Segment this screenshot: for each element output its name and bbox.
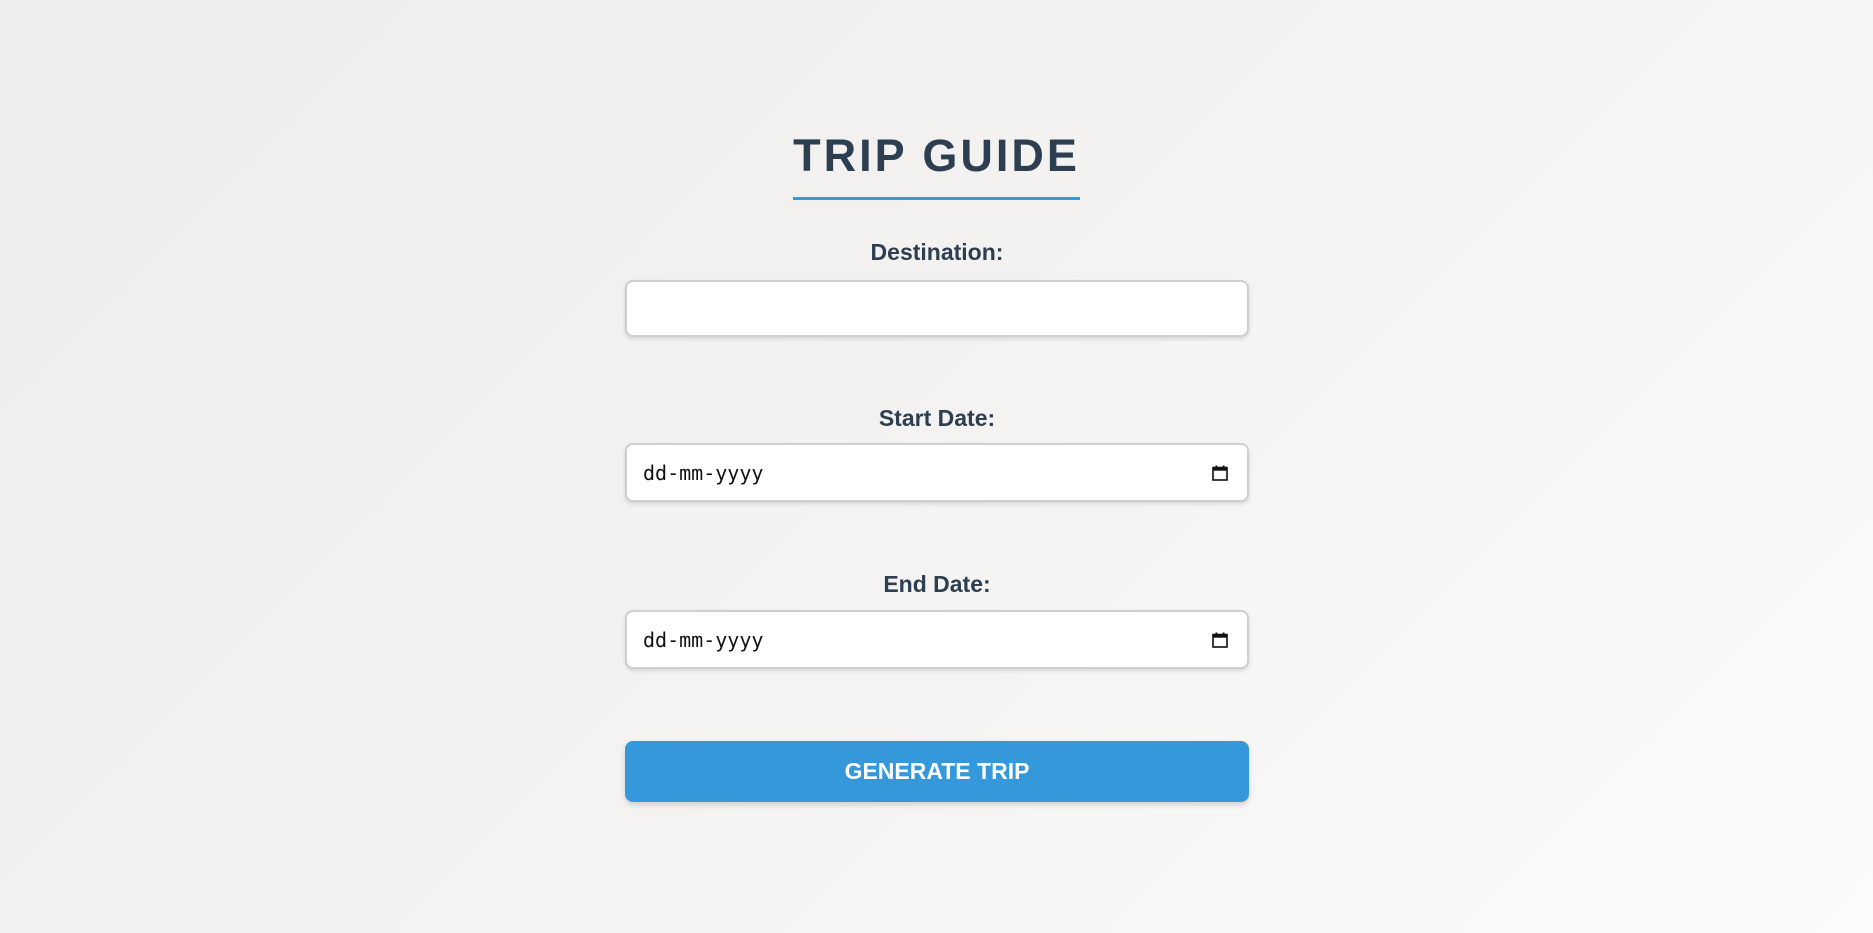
start-date-placeholder: dd-mm-yyyy (643, 460, 764, 485)
end-date-input[interactable]: dd-mm-yyyy (625, 610, 1249, 669)
calendar-icon[interactable] (1211, 631, 1229, 649)
end-date-label: End Date: (883, 571, 991, 597)
end-date-placeholder: dd-mm-yyyy (643, 627, 764, 652)
start-date-input[interactable]: dd-mm-yyyy (625, 443, 1249, 502)
header: TRIP GUIDE (0, 131, 1873, 200)
destination-input[interactable] (625, 280, 1249, 337)
trip-guide-page: TRIP GUIDE Destination: Start Date: dd-m… (0, 0, 1873, 933)
generate-trip-button[interactable]: GENERATE TRIP (625, 741, 1249, 802)
start-date-label: Start Date: (878, 405, 996, 431)
trip-form: Destination: Start Date: dd-mm-yyyy End … (625, 238, 1249, 802)
destination-label: Destination: (870, 239, 1004, 265)
page-title: TRIP GUIDE (793, 131, 1080, 200)
calendar-icon[interactable] (1211, 464, 1229, 482)
